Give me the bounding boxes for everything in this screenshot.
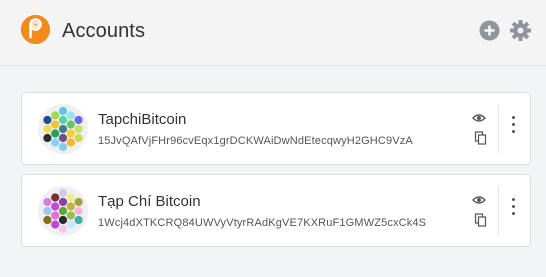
identicon-dot <box>66 220 75 229</box>
identicon-dot <box>51 211 60 220</box>
identicon-dot <box>74 115 83 125</box>
identicon-dot <box>58 133 68 143</box>
eye-icon[interactable] <box>472 193 486 207</box>
identicon-dot <box>51 129 60 138</box>
polkadot-logo-icon <box>21 15 50 44</box>
identicon-dot <box>51 111 60 120</box>
identicon-dot <box>43 124 52 134</box>
identicon-dot <box>58 115 68 125</box>
identicon-dot <box>58 188 68 198</box>
accounts-list: TapchiBitcoin 15JvQAfVjFHr96cvEqx1grDCKW… <box>0 66 546 277</box>
app-header: Accounts <box>0 0 546 66</box>
account-address: 1Wcj4dXTKCRQ84UWVyVtyrRAdKgVE7KXRuF1GMWZ… <box>98 217 427 229</box>
identicon-dot <box>74 215 83 225</box>
actions-divider <box>498 105 499 153</box>
identicon-dot <box>58 142 68 152</box>
identicon-dot <box>43 215 52 225</box>
identicon-dot <box>43 115 52 125</box>
identicon-dot <box>51 138 60 147</box>
account-name: TapchiBitcoin <box>98 111 187 128</box>
identicon-dot <box>58 197 68 207</box>
identicon-dot <box>74 133 83 143</box>
identicon-dot <box>74 206 83 216</box>
identicon-dot <box>43 197 52 207</box>
identicon-dot <box>66 120 75 129</box>
identicon-dot <box>58 124 68 134</box>
more-vertical-icon[interactable] <box>510 114 518 136</box>
eye-icon[interactable] <box>472 111 486 125</box>
copy-icon[interactable] <box>474 213 488 227</box>
identicon-dot <box>74 124 83 134</box>
identicon-dot <box>58 215 68 225</box>
account-name: Tạp Chí Bitcoin <box>98 193 201 210</box>
add-circle-icon[interactable] <box>479 20 500 41</box>
identicon-dot <box>51 120 60 129</box>
identicon-dot <box>51 202 60 211</box>
identicon-dot <box>58 224 68 234</box>
identicon-dot <box>43 133 52 143</box>
identicon-dot <box>66 193 75 202</box>
identicon-dot <box>51 220 60 229</box>
identicon-dot <box>66 202 75 211</box>
account-card[interactable]: Tạp Chí Bitcoin 1Wcj4dXTKCRQ84UWVyVtyrRA… <box>21 174 531 247</box>
identicon-dot <box>74 197 83 207</box>
identicon-dot <box>58 206 68 216</box>
identicon-dot <box>43 206 52 216</box>
more-vertical-icon[interactable] <box>510 196 518 218</box>
actions-divider <box>498 187 499 235</box>
gear-icon[interactable] <box>510 20 531 41</box>
account-card[interactable]: TapchiBitcoin 15JvQAfVjFHr96cvEqx1grDCKW… <box>21 92 531 165</box>
identicon-dot <box>66 138 75 147</box>
account-address: 15JvQAfVjFHr96cvEqx1grDCKWAiDwNdEtecqwyH… <box>98 135 413 147</box>
identicon-avatar <box>38 104 88 154</box>
identicon-dot <box>66 129 75 138</box>
identicon-dot <box>58 106 68 116</box>
identicon-dot <box>51 193 60 202</box>
identicon-avatar <box>38 186 88 236</box>
page-title: Accounts <box>62 20 146 42</box>
identicon-dot <box>66 111 75 120</box>
copy-icon[interactable] <box>474 131 488 145</box>
identicon-dot <box>66 211 75 220</box>
